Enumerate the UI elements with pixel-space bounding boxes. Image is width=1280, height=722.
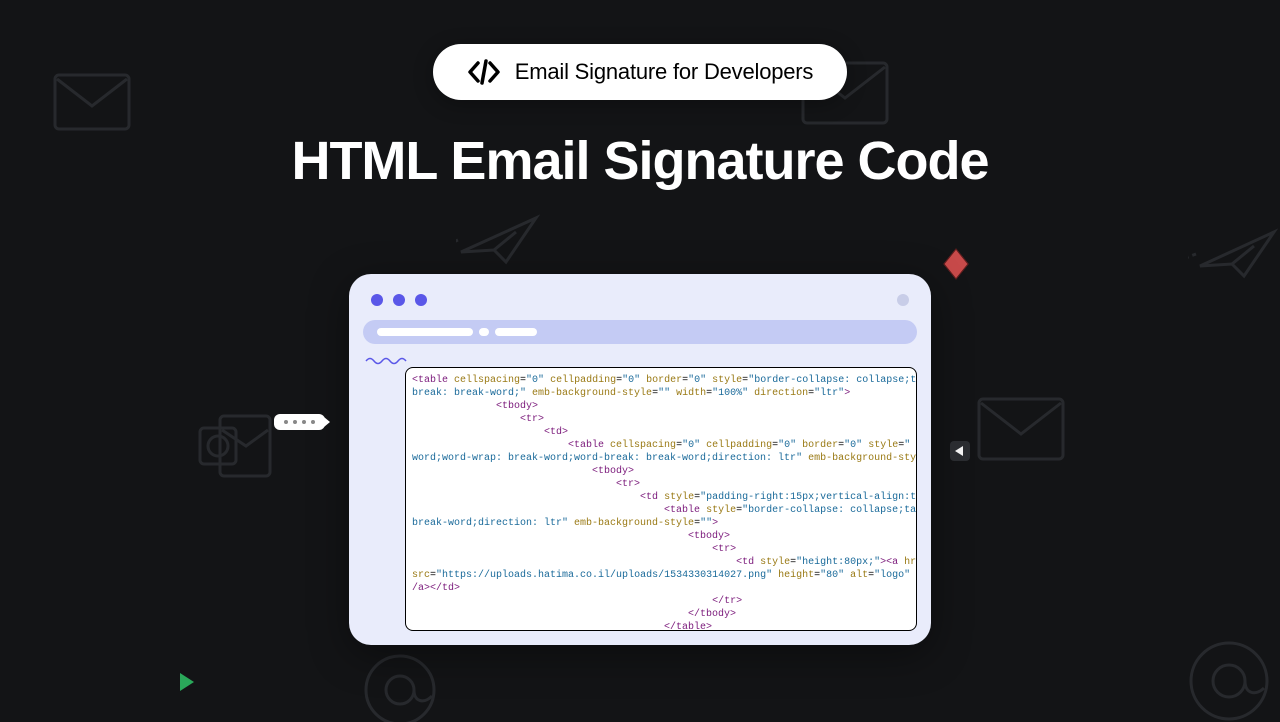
code-line: <td> bbox=[544, 427, 568, 438]
code-line: </tbody> bbox=[688, 609, 736, 620]
code-line: </tr> bbox=[712, 596, 742, 607]
code-line: <td style="height:80px;"><a href="http: bbox=[736, 557, 917, 568]
code-line: break-word;direction: ltr" emb-backgroun… bbox=[412, 518, 718, 529]
code-line: <tr> bbox=[616, 479, 640, 490]
window-dot bbox=[371, 294, 383, 306]
code-line: </table> bbox=[664, 622, 712, 631]
code-line: break: break-word;" emb-background-style… bbox=[412, 388, 850, 399]
play-icon bbox=[180, 673, 194, 691]
code-line: src="https://uploads.hatima.co.il/upload… bbox=[412, 570, 910, 581]
code-line: word;word-wrap: break-word;word-break: b… bbox=[412, 453, 916, 464]
badge: Email Signature for Developers bbox=[433, 44, 847, 100]
code-line: <tr> bbox=[712, 544, 736, 555]
window-controls bbox=[363, 288, 917, 320]
code-icon bbox=[467, 58, 501, 86]
ellipsis-tooltip bbox=[274, 414, 325, 430]
window-dot bbox=[415, 294, 427, 306]
url-bar bbox=[363, 320, 917, 344]
code-line: /a></td> bbox=[412, 583, 460, 594]
window-dot bbox=[897, 294, 909, 306]
code-line: <tbody> bbox=[496, 401, 538, 412]
browser-window: <table cellspacing="0" cellpadding="0" b… bbox=[349, 274, 931, 645]
code-line: <table style="border-collapse: collapse;… bbox=[664, 505, 917, 516]
page-title: HTML Email Signature Code bbox=[291, 130, 988, 192]
code-line: <table bbox=[412, 375, 448, 386]
code-line: cellspacing="0" cellpadding="0" border="… bbox=[448, 375, 916, 386]
code-panel: <table cellspacing="0" cellpadding="0" b… bbox=[405, 367, 917, 631]
cursor-icon bbox=[948, 439, 972, 463]
window-dot bbox=[393, 294, 405, 306]
at-sign-icon bbox=[1184, 636, 1274, 722]
code-line: <table cellspacing="0" cellpadding="0" b… bbox=[568, 440, 917, 451]
at-sign-icon bbox=[360, 650, 440, 722]
code-line: <tr> bbox=[520, 414, 544, 425]
code-line: <tbody> bbox=[688, 531, 730, 542]
code-line: <tbody> bbox=[592, 466, 634, 477]
badge-label: Email Signature for Developers bbox=[515, 59, 813, 85]
code-line: <td style="padding-right:15px;vertical-a… bbox=[640, 492, 917, 503]
squiggle-icon bbox=[365, 356, 409, 366]
